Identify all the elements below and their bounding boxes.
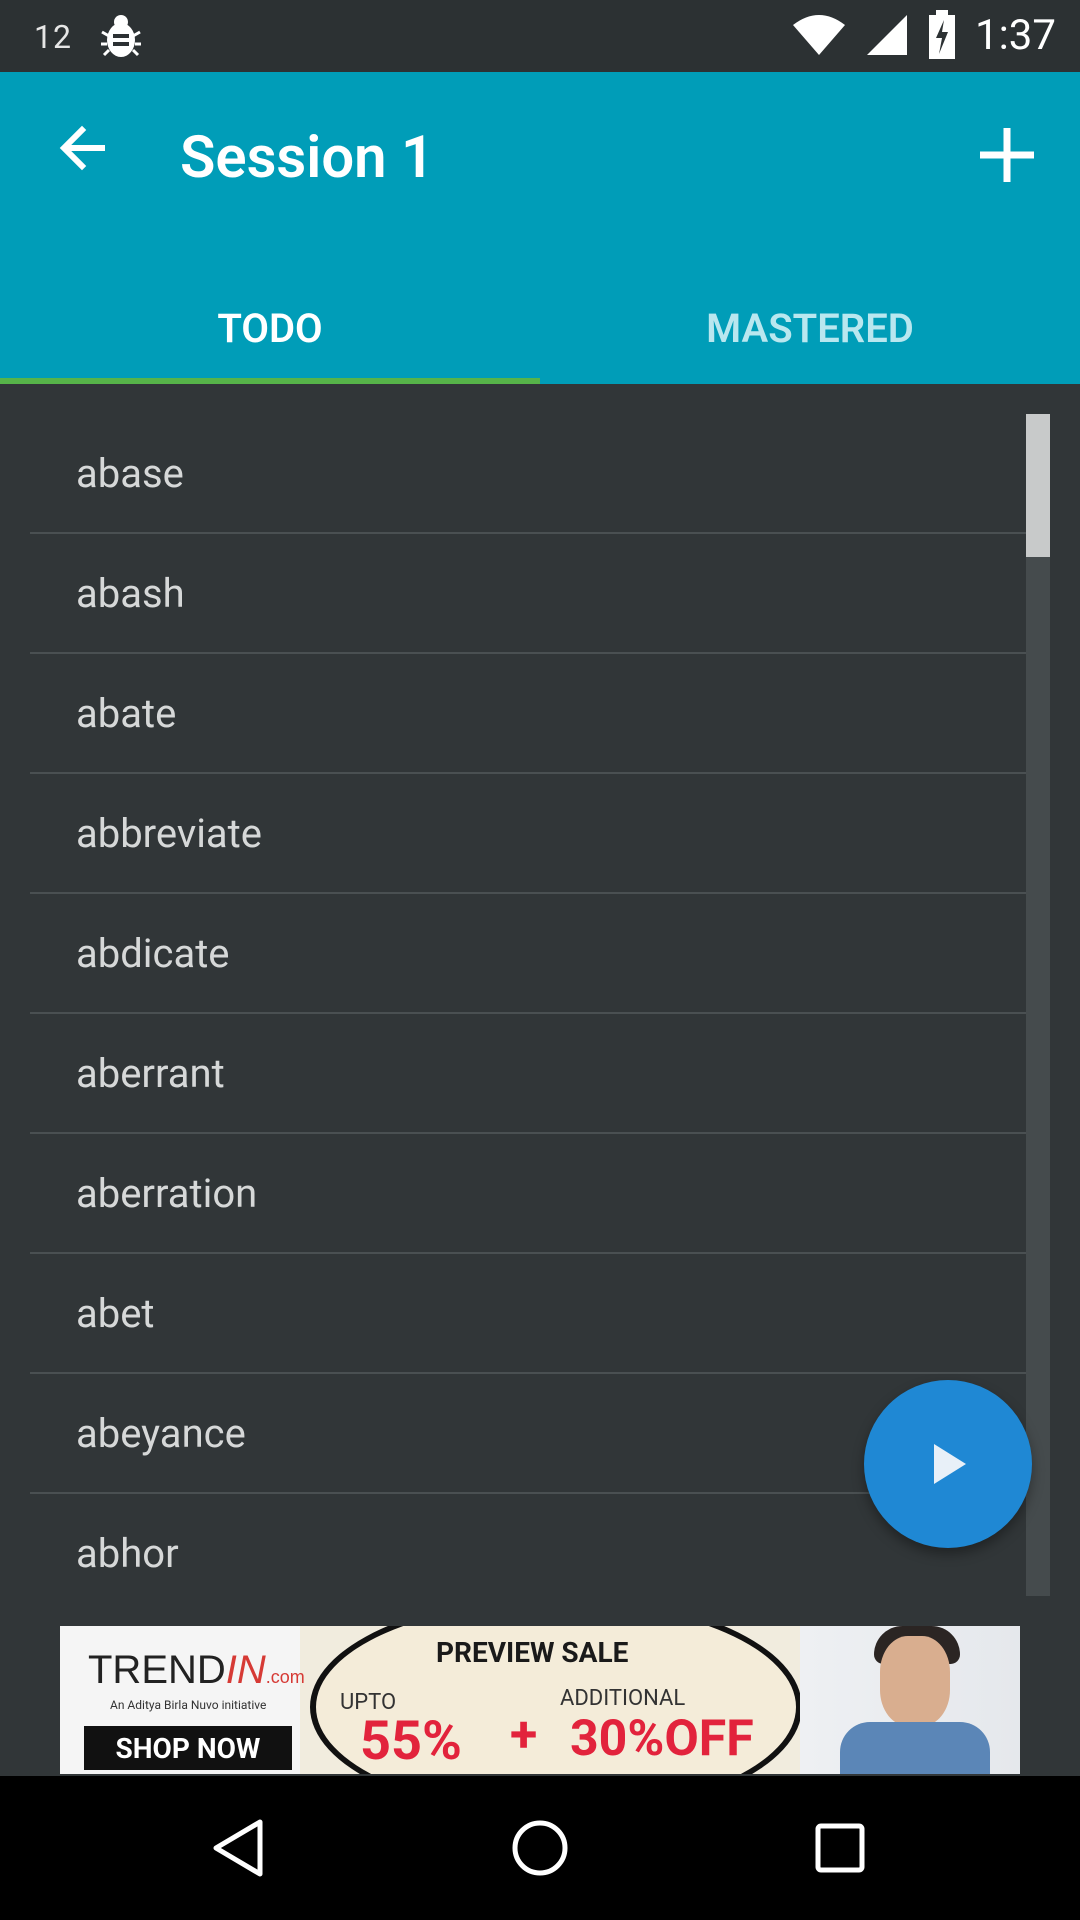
word-label: abhor bbox=[76, 1530, 179, 1577]
list-item[interactable]: abdicate bbox=[30, 894, 1050, 1014]
tab-bar: TODO MASTERED bbox=[0, 272, 1080, 384]
list-item[interactable]: aberrant bbox=[30, 1014, 1050, 1134]
wifi-icon bbox=[793, 15, 845, 55]
word-label: abash bbox=[76, 570, 185, 617]
ad-discount-1: 55% bbox=[360, 1710, 462, 1773]
word-label: aberrant bbox=[76, 1050, 225, 1097]
nav-back-icon[interactable] bbox=[208, 1816, 272, 1880]
word-label: abase bbox=[76, 450, 184, 497]
ad-discount-2: 30%OFF bbox=[570, 1710, 754, 1768]
list-item[interactable]: abet bbox=[30, 1254, 1050, 1374]
ad-preview-sale: PREVIEW SALE bbox=[436, 1636, 629, 1669]
page-title: Session 1 bbox=[180, 124, 435, 192]
tab-todo[interactable]: TODO bbox=[0, 272, 540, 384]
scrollbar-thumb[interactable] bbox=[1026, 414, 1050, 557]
list-item[interactable]: abash bbox=[30, 534, 1050, 654]
nav-home-icon[interactable] bbox=[508, 1816, 572, 1880]
ad-brand-logo: TRENDIN.com bbox=[88, 1648, 305, 1692]
word-label: abate bbox=[76, 690, 177, 737]
status-right: 1:37 bbox=[791, 10, 1056, 60]
word-label: abet bbox=[76, 1290, 155, 1337]
play-button[interactable] bbox=[864, 1380, 1032, 1548]
sim-indicator: 12 bbox=[34, 18, 72, 56]
tab-indicator bbox=[0, 378, 540, 384]
word-label: abeyance bbox=[76, 1410, 246, 1457]
bug-icon bbox=[100, 15, 141, 57]
battery-charging-icon bbox=[929, 10, 955, 59]
list-item[interactable]: aberration bbox=[30, 1134, 1050, 1254]
list-item[interactable]: abase bbox=[30, 414, 1050, 534]
ad-additional: ADDITIONAL bbox=[560, 1686, 686, 1711]
ad-plus: + bbox=[510, 1706, 538, 1764]
word-label: aberration bbox=[76, 1170, 258, 1217]
list-item[interactable]: abbreviate bbox=[30, 774, 1050, 894]
tab-mastered[interactable]: MASTERED bbox=[540, 272, 1080, 384]
status-left: 12 bbox=[34, 12, 146, 62]
ad-tagline: An Aditya Birla Nuvo initiative bbox=[110, 1698, 267, 1712]
ad-logo-area: TRENDIN.com An Aditya Birla Nuvo initiat… bbox=[60, 1626, 305, 1774]
tab-todo-label: TODO bbox=[217, 304, 323, 352]
add-icon[interactable] bbox=[974, 122, 1040, 188]
back-arrow-icon[interactable] bbox=[52, 116, 116, 180]
ad-banner[interactable]: TRENDIN.com An Aditya Birla Nuvo initiat… bbox=[60, 1626, 1020, 1774]
word-label: abbreviate bbox=[76, 810, 262, 857]
nav-recents-icon[interactable] bbox=[808, 1816, 872, 1880]
ad-shop-now-button[interactable]: SHOP NOW bbox=[84, 1726, 292, 1770]
cell-signal-icon bbox=[867, 15, 907, 55]
app-bar: Session 1 TODO MASTERED bbox=[0, 72, 1080, 384]
tab-mastered-label: MASTERED bbox=[706, 304, 914, 352]
clock: 1:37 bbox=[975, 10, 1056, 60]
status-bar: 12 1:37 bbox=[0, 0, 1080, 72]
word-label: abdicate bbox=[76, 930, 230, 977]
scrollbar-track[interactable] bbox=[1026, 414, 1050, 1596]
nav-bar bbox=[0, 1776, 1080, 1920]
play-icon bbox=[934, 1444, 966, 1484]
ad-model-image bbox=[800, 1626, 1020, 1774]
list-item[interactable]: abate bbox=[30, 654, 1050, 774]
